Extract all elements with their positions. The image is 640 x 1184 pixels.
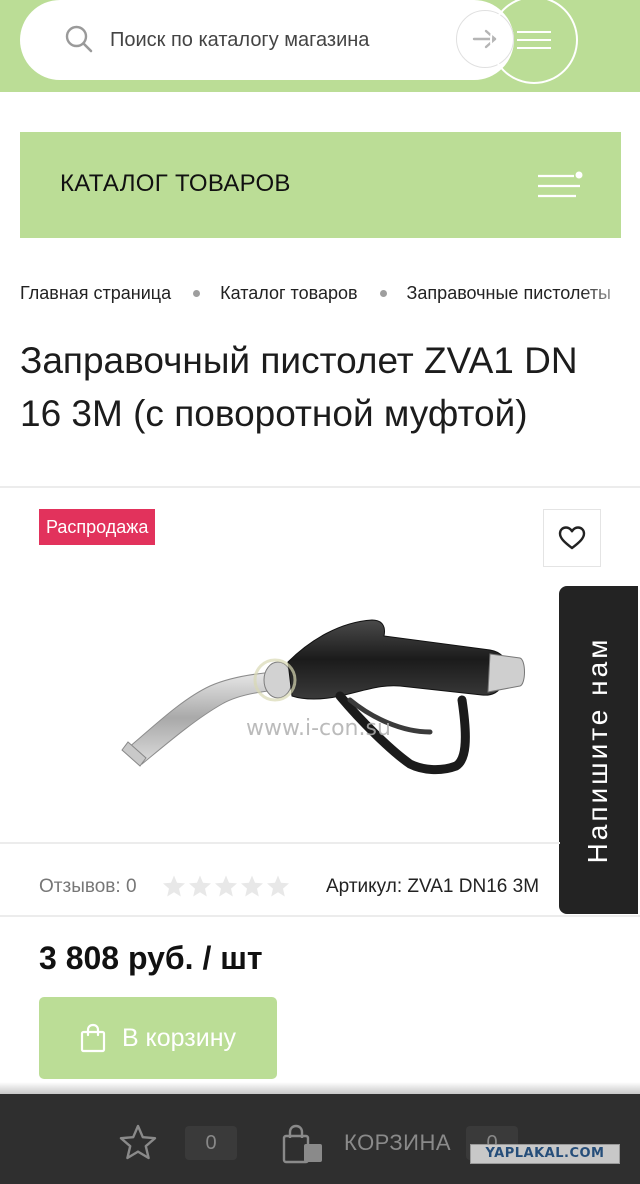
top-header [0, 0, 640, 92]
catalog-menu-icon[interactable] [536, 170, 584, 202]
shopping-bag-icon [80, 1023, 106, 1053]
add-to-cart-label: В корзину [121, 1023, 237, 1052]
star-icon [189, 875, 211, 897]
favorites-count: 0 [185, 1126, 237, 1160]
main-menu-button[interactable] [490, 0, 578, 84]
feedback-tab[interactable]: Напишите нам [559, 586, 638, 914]
breadcrumb-fade [580, 282, 640, 310]
star-icon [163, 875, 185, 897]
search-icon[interactable] [64, 24, 94, 54]
cart-label[interactable]: КОРЗИНА [344, 1130, 451, 1156]
breadcrumb: Главная страница Каталог товаров Заправочн… [20, 282, 640, 310]
rating-stars [162, 874, 290, 902]
catalog-title: КАТАЛОГ ТОВАРОВ [60, 170, 291, 197]
breadcrumb-catalog-link[interactable]: Каталог товаров [220, 283, 357, 304]
sale-badge: Распродажа [39, 509, 156, 545]
image-watermark: www.i-con.su [246, 716, 391, 741]
divider [0, 915, 640, 917]
divider [0, 842, 560, 844]
star-icon [241, 875, 263, 897]
search-input[interactable] [110, 20, 440, 60]
breadcrumb-separator [379, 289, 387, 297]
heart-icon [558, 526, 586, 550]
product-sku: Артикул: ZVA1 DN16 3M [326, 876, 540, 897]
hamburger-menu-icon [517, 31, 551, 49]
reviews-count[interactable]: Отзывов: 0 [39, 876, 137, 902]
product-price: 3 808 руб. / шт [39, 940, 263, 976]
star-icon [215, 875, 237, 897]
feedback-tab-label: Напишите нам [582, 636, 613, 864]
product-image[interactable]: www.i-con.su [110, 600, 530, 790]
site-watermark: YAPLAKAL.COM [470, 1144, 620, 1164]
add-to-cart-button[interactable]: В корзину [39, 997, 277, 1079]
divider [0, 486, 640, 488]
add-to-favorites-button[interactable] [543, 509, 601, 567]
shopping-bag-icon[interactable] [282, 1124, 326, 1164]
product-title: Заправочный пистолет ZVA1 DN 16 3M (с по… [20, 340, 578, 434]
breadcrumb-separator [193, 289, 201, 297]
breadcrumb-home-link[interactable]: Главная страница [20, 283, 171, 304]
bottom-bar: 0 КОРЗИНА 0 [0, 1094, 640, 1184]
catalog-menu-bar[interactable]: КАТАЛОГ ТОВАРОВ [20, 132, 621, 238]
search-bar [20, 0, 514, 80]
star-icon[interactable] [119, 1124, 157, 1160]
star-icon [267, 875, 289, 897]
